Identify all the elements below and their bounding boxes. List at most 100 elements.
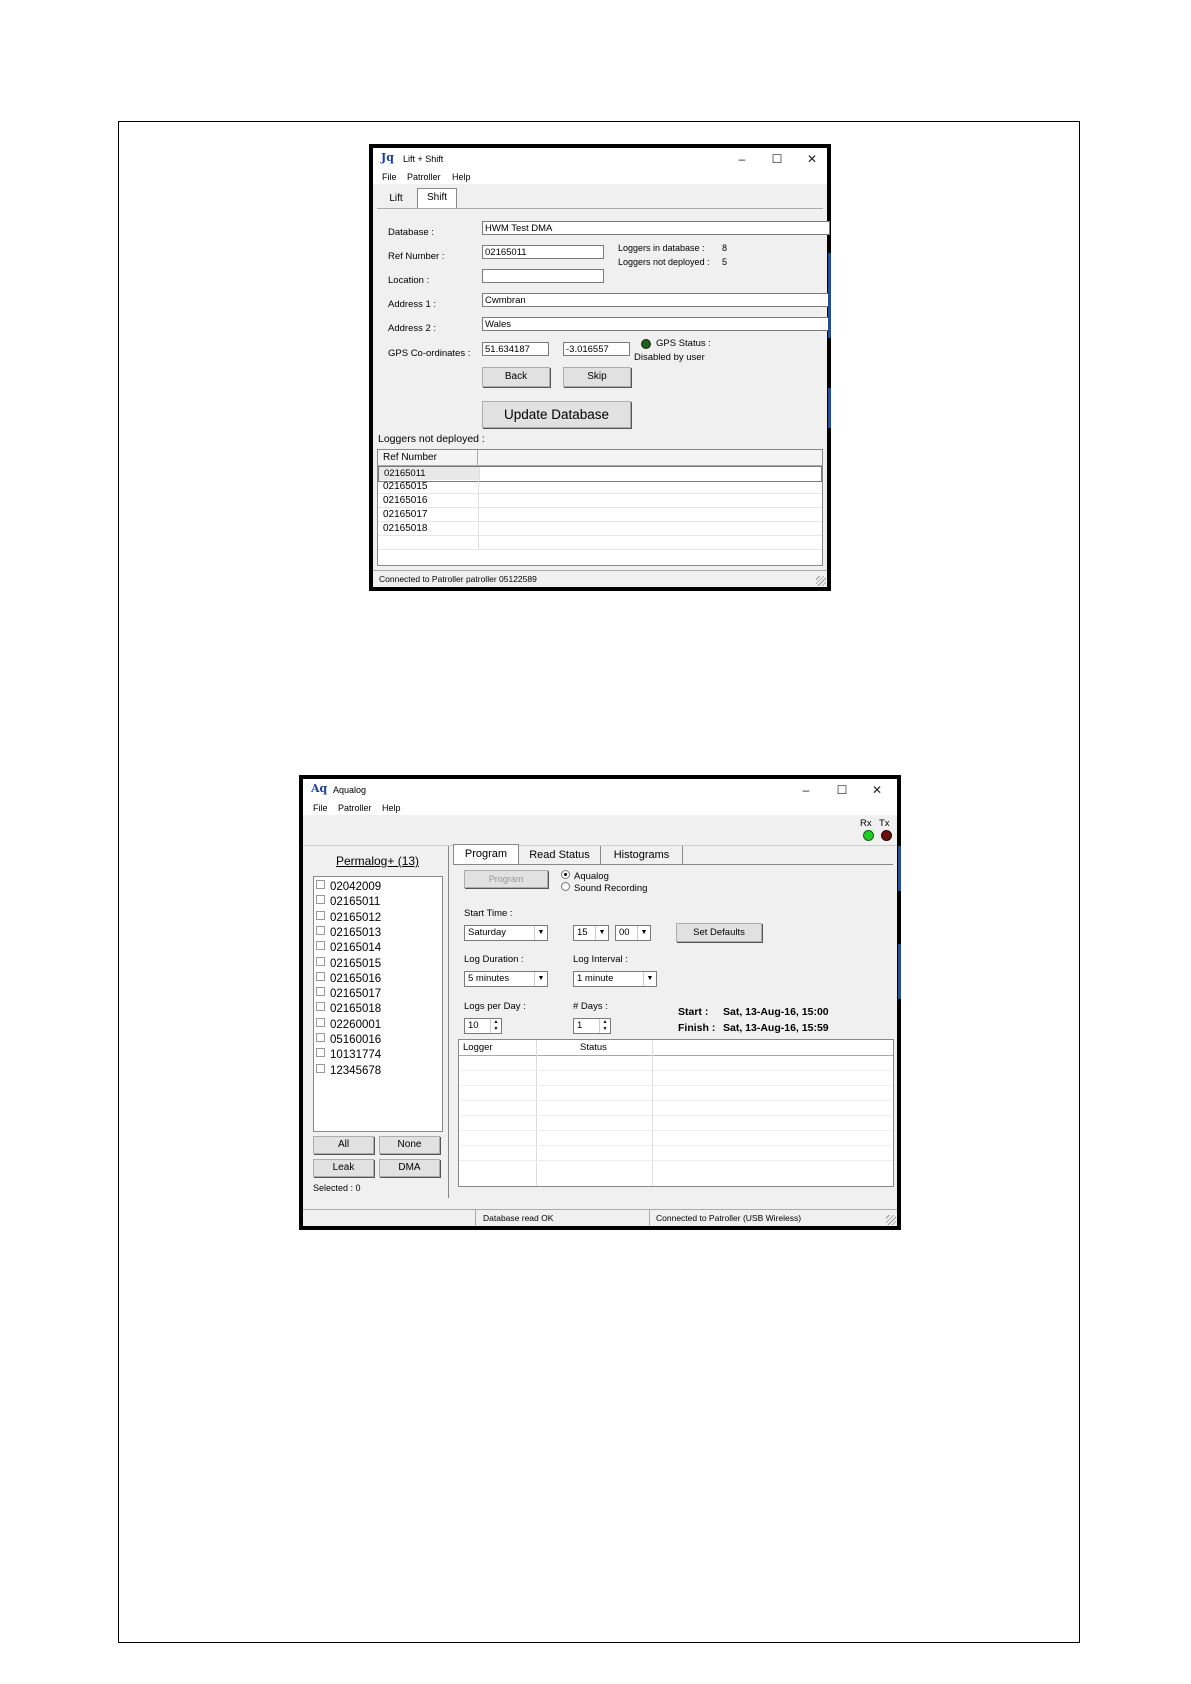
- days-label: # Days :: [573, 1001, 608, 1012]
- set-defaults-button[interactable]: Set Defaults: [676, 923, 762, 942]
- menu-help[interactable]: Help: [452, 172, 471, 182]
- logger-checkbox-item[interactable]: 02165018: [316, 1002, 381, 1017]
- log-duration-select[interactable]: 5 minutes ▼: [464, 971, 548, 987]
- leak-button[interactable]: Leak: [313, 1159, 374, 1177]
- ref-number-field[interactable]: 02165011: [482, 245, 604, 259]
- days-value: 1: [577, 1020, 583, 1031]
- logs-per-day-spinner[interactable]: 10 ▲ ▼: [464, 1018, 502, 1034]
- status-bar: Connected to Patroller patroller 0512258…: [373, 570, 827, 587]
- log-interval-label: Log Interval :: [573, 954, 628, 965]
- logs-per-day-label: Logs per Day :: [464, 1001, 526, 1012]
- menu-file[interactable]: File: [313, 803, 328, 813]
- checkbox-icon[interactable]: [316, 1048, 325, 1058]
- gps-lat-field[interactable]: 51.634187: [482, 342, 549, 356]
- app-icon: Aq: [311, 782, 328, 795]
- menu-file[interactable]: File: [382, 172, 397, 182]
- logger-checklist[interactable]: 02042009 02165011 02165012 02165013 02165014…: [313, 876, 443, 1132]
- checkbox-icon[interactable]: [316, 971, 325, 981]
- logger-status-grid[interactable]: Logger Status: [458, 1039, 894, 1187]
- start-minute-select[interactable]: 00 ▼: [615, 925, 651, 941]
- tab-program[interactable]: Program: [453, 844, 519, 864]
- logger-checkbox-item[interactable]: 12345678: [316, 1063, 381, 1079]
- close-icon[interactable]: ✕: [797, 150, 827, 168]
- loggers-not-deployed-label: Loggers not deployed :: [618, 257, 710, 267]
- select-none-button[interactable]: None: [379, 1136, 440, 1154]
- checkbox-icon[interactable]: [316, 956, 325, 966]
- maximize-icon[interactable]: ☐: [827, 781, 857, 799]
- checkbox-icon[interactable]: [316, 1063, 325, 1073]
- checkbox-icon[interactable]: [316, 910, 325, 920]
- logger-id-label: 02165015: [330, 957, 382, 970]
- database-field[interactable]: HWM Test DMA: [482, 221, 830, 235]
- address1-field[interactable]: Cwmbran: [482, 293, 830, 307]
- location-field[interactable]: [482, 269, 604, 283]
- logger-checkbox-item[interactable]: 05160016: [316, 1033, 381, 1048]
- list-item[interactable]: 02165015: [378, 480, 822, 494]
- resize-grip-icon[interactable]: [886, 1215, 896, 1225]
- loggers-list[interactable]: Ref Number 02165011 02165015 02165016 02…: [377, 449, 823, 566]
- background-strip: [898, 944, 901, 999]
- start-summary-label: Start :: [678, 1006, 709, 1018]
- logger-checkbox-item[interactable]: 02042009: [316, 880, 381, 895]
- menu-patroller[interactable]: Patroller: [407, 172, 441, 182]
- skip-button[interactable]: Skip: [563, 367, 631, 387]
- dropdown-arrow-icon: ▼: [534, 972, 547, 986]
- status-divider: [475, 1210, 476, 1226]
- logger-checkbox-item[interactable]: 02165014: [316, 941, 381, 956]
- close-icon[interactable]: ✕: [862, 781, 892, 799]
- logger-id-label: 02042009: [330, 881, 382, 893]
- address2-field[interactable]: Wales: [482, 317, 830, 331]
- maximize-icon[interactable]: ☐: [762, 150, 792, 168]
- logger-checkbox-item[interactable]: 02165012: [316, 910, 381, 926]
- checkbox-icon[interactable]: [316, 895, 325, 905]
- column-ref-number[interactable]: Ref Number: [378, 450, 478, 465]
- logger-checkbox-item[interactable]: 02165011: [316, 895, 380, 910]
- start-hour-select[interactable]: 15 ▼: [573, 925, 609, 941]
- select-all-button[interactable]: All: [313, 1136, 374, 1154]
- tab-lift[interactable]: Lift: [383, 190, 409, 208]
- checkbox-icon[interactable]: [316, 1017, 325, 1027]
- start-minute-value: 00: [619, 927, 630, 938]
- minimize-icon[interactable]: –: [727, 150, 757, 168]
- column-status[interactable]: Status: [580, 1042, 607, 1053]
- menu-help[interactable]: Help: [382, 803, 401, 813]
- list-item[interactable]: 02165016: [378, 494, 822, 508]
- radio-aqualog[interactable]: Aqualog: [561, 870, 609, 882]
- tab-read-status[interactable]: Read Status: [519, 846, 601, 864]
- column-divider: [536, 1040, 537, 1186]
- logger-checkbox-item[interactable]: 02260001: [316, 1017, 381, 1033]
- back-button[interactable]: Back: [482, 367, 550, 387]
- logger-checkbox-item[interactable]: 02165017: [316, 987, 381, 1002]
- tab-histograms[interactable]: Histograms: [601, 846, 683, 864]
- menu-patroller[interactable]: Patroller: [338, 803, 372, 813]
- app-icon: Jq: [381, 151, 394, 164]
- status-divider: [649, 1210, 650, 1226]
- lift-shift-window: Jq Lift + Shift – ☐ ✕ File Patroller Hel…: [369, 144, 831, 591]
- logger-checkbox-item[interactable]: 10131774: [316, 1048, 381, 1063]
- dma-button[interactable]: DMA: [379, 1159, 440, 1177]
- tab-shift[interactable]: Shift: [417, 188, 457, 208]
- update-database-button[interactable]: Update Database: [482, 401, 631, 428]
- group-title[interactable]: Permalog+ (13): [336, 854, 419, 868]
- program-button[interactable]: Program: [464, 870, 548, 888]
- checkbox-icon[interactable]: [316, 880, 325, 889]
- start-day-select[interactable]: Saturday ▼: [464, 925, 548, 941]
- tab-strip: Program Read Status Histograms: [453, 844, 893, 865]
- checkbox-icon[interactable]: [316, 1033, 325, 1042]
- column-logger[interactable]: Logger: [463, 1042, 493, 1053]
- checkbox-icon[interactable]: [316, 987, 325, 997]
- logger-checkbox-item[interactable]: 02165013: [316, 925, 381, 941]
- checkbox-icon[interactable]: [316, 1002, 325, 1012]
- radio-sound-recording[interactable]: Sound Recording: [561, 882, 647, 894]
- log-interval-select[interactable]: 1 minute ▼: [573, 971, 657, 987]
- checkbox-icon[interactable]: [316, 941, 325, 951]
- minimize-icon[interactable]: –: [791, 781, 821, 799]
- logger-checkbox-item[interactable]: 02165016: [316, 971, 381, 987]
- list-item[interactable]: 02165018: [378, 522, 822, 536]
- checkbox-icon[interactable]: [316, 925, 325, 935]
- list-item[interactable]: 02165017: [378, 508, 822, 522]
- resize-grip-icon[interactable]: [816, 576, 826, 586]
- gps-lon-field[interactable]: -3.016557: [563, 342, 630, 356]
- days-spinner[interactable]: 1 ▲ ▼: [573, 1018, 611, 1034]
- logger-checkbox-item[interactable]: 02165015: [316, 956, 382, 972]
